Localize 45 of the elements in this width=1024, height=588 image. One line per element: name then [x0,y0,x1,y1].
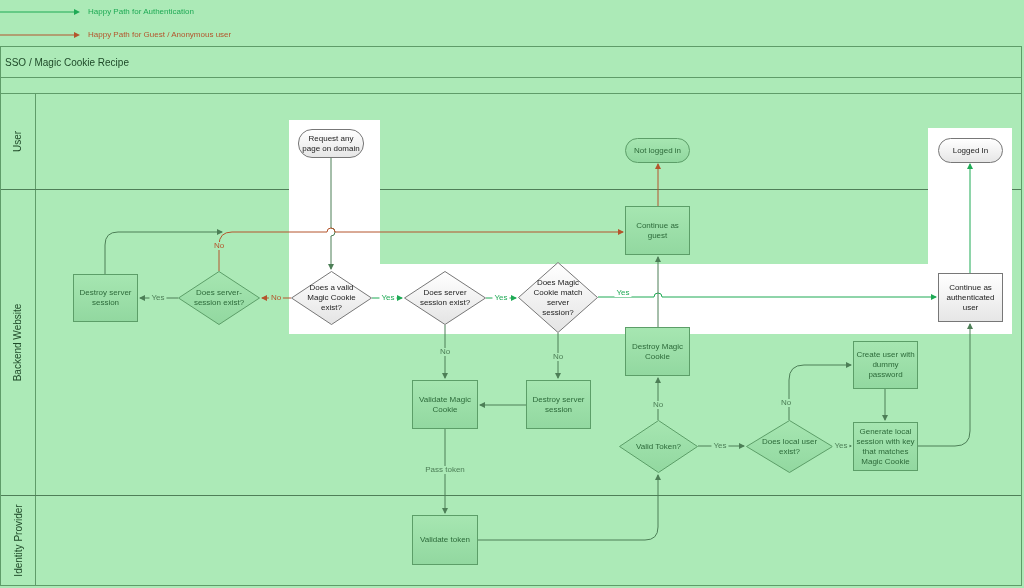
process-node: Validate Magic Cookie [412,380,478,429]
legend-arrow-icon [0,7,80,16]
lane-label: Backend Website [12,303,24,382]
edge-label: No [268,294,284,302]
edge-label: No [211,242,227,250]
edge-label: No [778,399,794,407]
decision-node: Does Magic Cookie match server session? [518,262,598,333]
process-node: Create user with dummy password [853,341,918,389]
edge-label: Pass token [423,466,467,474]
lane-label: User [12,130,24,153]
process-node: Destroy Magic Cookie [625,327,690,376]
process-node: Generate local session with key that matches Magic Cookie [853,422,918,471]
process-node: Continue as authenticated user [938,273,1003,322]
terminal-node: Logged In [938,138,1003,163]
edge-label: Yes [492,294,510,302]
edge-label: No [437,348,453,356]
terminal-node: Request any page on domain [298,129,364,158]
edge-label: Yes [832,442,850,450]
terminal-node: Not logged in [625,138,690,163]
connector-arrow [655,377,661,421]
decision-node: Does local user exist? [746,420,833,473]
process-node: Continue as guest [625,206,690,255]
legend-arrow-icon [0,30,80,39]
connector-arrow [882,388,888,421]
edge-label: Yes [711,442,729,450]
edge-label: No [650,401,666,409]
decision-node: Does server session exist? [404,271,486,325]
edge-label: Yes [614,289,632,297]
process-node: Destroy server session [526,380,591,429]
connector-arrow [655,163,661,207]
process-node: Destroy server session [73,274,138,322]
connector-arrow [442,324,448,379]
lane-label: Identity Provider [12,504,24,577]
edge-label: Yes [379,294,397,302]
edge-label: Yes [149,294,167,302]
diagram-title: SSO / Magic Cookie Recipe [5,56,129,68]
legend-label: Happy Path for Authentication [88,7,194,16]
legend-label: Happy Path for Guest / Anonymous user [88,30,232,39]
connector-arrow [479,402,527,408]
decision-node: Does server-session exist? [178,271,260,325]
decision-node: Valid Token? [619,420,698,473]
decision-node: Does a valid Magic Cookie exist? [291,271,372,325]
process-node: Validate token [412,515,478,565]
connector-arrow [555,332,561,379]
edge-label: No [550,353,566,361]
